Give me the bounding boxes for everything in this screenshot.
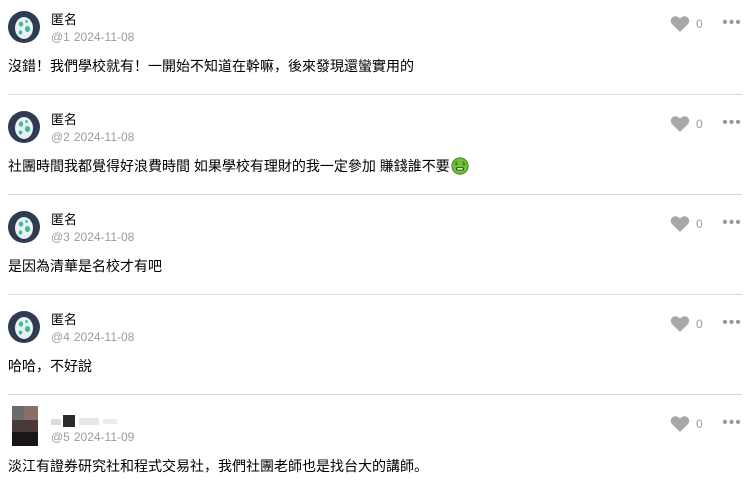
like-button[interactable] [670,15,690,33]
blurred-name-block [51,419,61,425]
floor-number: @3 [51,230,70,244]
heart-icon [670,216,690,232]
comment-text-body: 社團時間我都覺得好浪費時間 如果學校有理財的我一定參加 賺錢誰不要 [8,158,450,174]
author-name [51,415,121,427]
comment-meta: @2 2024-11-08 [51,130,138,144]
avatar[interactable] [8,11,40,43]
like-count: 0 [696,17,703,31]
author-name: 匿名 [51,12,78,27]
comment-date: 2024-11-08 [73,230,135,244]
like-count: 0 [696,217,703,231]
comment-date: 2024-11-08 [73,330,135,344]
heart-icon [670,316,690,332]
comment-date: 2024-11-08 [73,130,135,144]
egg-icon [15,17,33,39]
blurred-profile-photo [12,406,24,420]
avatar[interactable] [8,311,40,343]
comment-thread: 匿名 @1 2024-11-08 0 ••• 沒錯！我們學校就有！一開始不知道在幹… [0,0,756,491]
blurred-name-block [63,415,75,427]
avatar[interactable] [8,111,40,143]
more-options-icon[interactable]: ••• [722,414,742,432]
divider [8,394,742,395]
like-count: 0 [696,117,703,131]
money-mouth-face-icon: $ $ [451,157,469,179]
comment-text: 是因為清華是名校才有吧 [8,258,162,274]
floor-number: @5 [51,430,70,444]
egg-icon [15,317,33,339]
divider [8,194,742,195]
like-button[interactable] [670,415,690,433]
comment-meta: @3 2024-11-08 [51,230,138,244]
svg-text:$: $ [462,161,465,167]
comment-text: 哈哈，不好說 [8,358,92,374]
like-button[interactable] [670,315,690,333]
comment-item: @5 2024-11-09 0 ••• 淡江有證券研究社和程式交易社，我們社團老師… [0,400,756,491]
heart-icon [670,116,690,132]
comment-item: 匿名 @1 2024-11-08 0 ••• 沒錯！我們學校就有！一開始不知道在幹… [0,0,756,100]
like-count: 0 [696,317,703,331]
comment-meta: @5 2024-11-09 [51,430,138,444]
like-button[interactable] [670,115,690,133]
heart-icon [670,16,690,32]
comment-text: 沒錯！我們學校就有！一開始不知道在幹嘛，後來發現還蠻實用的 [8,58,414,74]
author-name: 匿名 [51,212,78,227]
comment-text: 社團時間我都覺得好浪費時間 如果學校有理財的我一定參加 賺錢誰不要 $ $ [8,157,469,179]
blurred-profile-photo [24,406,38,420]
comment-item: 匿名 @4 2024-11-08 0 ••• 哈哈，不好說 [0,300,756,400]
comment-text: 淡江有證券研究社和程式交易社，我們社團老師也是找台大的講師。 [8,458,428,474]
like-button[interactable] [670,215,690,233]
more-options-icon[interactable]: ••• [722,214,742,232]
author-name: 匿名 [51,312,78,327]
like-count: 0 [696,417,703,431]
divider [8,94,742,95]
blurred-name-block [103,419,117,424]
heart-icon [670,416,690,432]
author-name: 匿名 [51,112,78,127]
svg-text:$: $ [454,161,457,167]
blurred-name-block [79,418,99,425]
more-options-icon[interactable]: ••• [722,114,742,132]
egg-icon [15,117,33,139]
avatar[interactable] [12,406,38,446]
more-options-icon[interactable]: ••• [722,314,742,332]
floor-number: @4 [51,330,70,344]
divider [8,294,742,295]
comment-item: 匿名 @3 2024-11-08 0 ••• 是因為清華是名校才有吧 [0,200,756,300]
more-options-icon[interactable]: ••• [722,14,742,32]
avatar[interactable] [8,211,40,243]
floor-number: @2 [51,130,70,144]
comment-item: 匿名 @2 2024-11-08 0 ••• 社團時間我都覺得好浪費時間 如果學校… [0,100,756,200]
blurred-profile-photo [12,432,38,446]
comment-date: 2024-11-09 [73,430,135,444]
egg-icon [15,217,33,239]
comment-meta: @1 2024-11-08 [51,30,138,44]
comment-meta: @4 2024-11-08 [51,330,138,344]
blurred-profile-photo [12,420,38,432]
comment-date: 2024-11-08 [73,30,135,44]
floor-number: @1 [51,30,70,44]
